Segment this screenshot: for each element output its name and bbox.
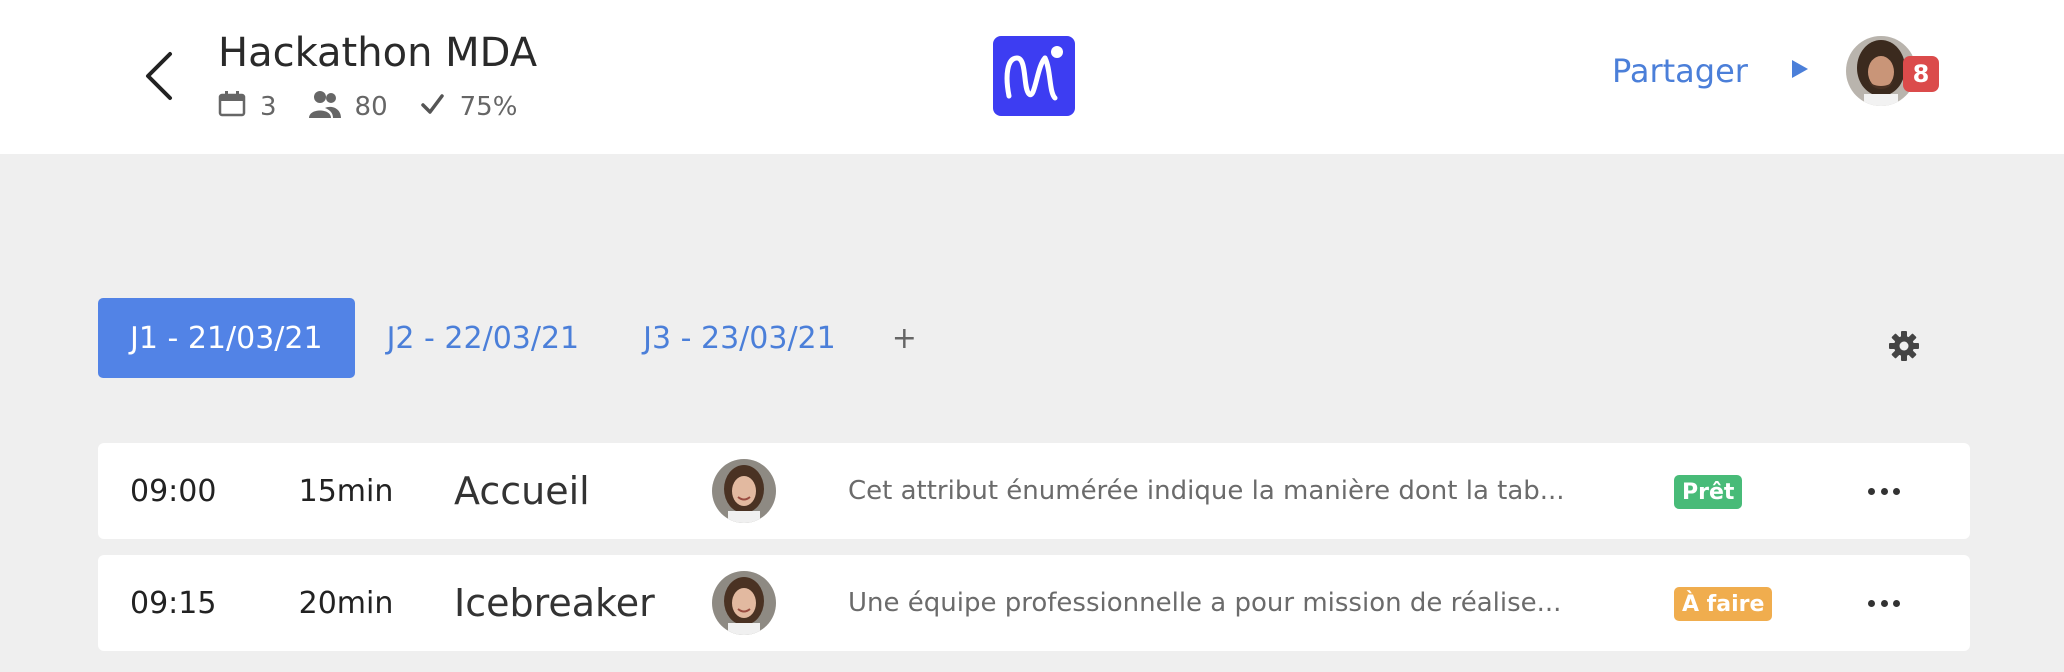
- logo-icon[interactable]: [993, 36, 1075, 116]
- row-time: 09:00: [130, 473, 217, 509]
- row-title: Icebreaker: [454, 581, 655, 625]
- row-duration: 20min: [298, 585, 394, 621]
- row-description: Une équipe professionnelle a pour missio…: [848, 588, 1562, 618]
- agenda-row[interactable]: 09:15 20min Icebreaker Une équipe profes…: [98, 555, 1970, 651]
- day-tabs: J1 - 21/03/21 J2 - 22/03/21 J3 - 23/03/2…: [98, 298, 941, 378]
- more-icon[interactable]: [1868, 587, 1900, 619]
- tab-day-3[interactable]: J3 - 23/03/21: [611, 298, 868, 378]
- days-stat: 3: [218, 90, 277, 124]
- agenda-row[interactable]: 09:00 15min Accueil Cet attribut énuméré…: [98, 443, 1970, 539]
- project-stats: 3 80 75%: [218, 90, 549, 124]
- days-count: 3: [260, 92, 277, 122]
- share-button[interactable]: Partager: [1612, 52, 1810, 90]
- add-day-button[interactable]: +: [868, 321, 941, 356]
- assignee-avatar[interactable]: [712, 459, 776, 523]
- people-icon: [308, 90, 355, 125]
- back-arrow-icon[interactable]: [140, 50, 180, 102]
- calendar-icon: [218, 90, 260, 124]
- row-duration: 15min: [298, 473, 394, 509]
- gear-icon[interactable]: [1888, 330, 1920, 362]
- share-label: Partager: [1612, 52, 1748, 90]
- more-icon[interactable]: [1868, 475, 1900, 507]
- progress-value: 75%: [459, 92, 518, 122]
- tab-day-1[interactable]: J1 - 21/03/21: [98, 298, 355, 378]
- tab-day-2[interactable]: J2 - 22/03/21: [355, 298, 612, 378]
- participants-stat: 80: [308, 90, 388, 125]
- participants-count: 80: [354, 92, 388, 122]
- status-badge: À faire: [1674, 587, 1773, 621]
- row-description: Cet attribut énumérée indique la manière…: [848, 476, 1565, 506]
- project-title: Hackathon MDA: [218, 30, 538, 76]
- assignee-avatar[interactable]: [712, 571, 776, 635]
- status-badge: Prêt: [1674, 475, 1743, 509]
- progress-stat: 75%: [420, 92, 518, 123]
- check-icon: [420, 92, 460, 123]
- play-icon: [1790, 58, 1810, 84]
- notification-badge: 8: [1903, 56, 1939, 92]
- row-title: Accueil: [454, 469, 590, 513]
- top-header: Hackathon MDA 3 80 75% Partager 8: [0, 0, 2064, 154]
- row-time: 09:15: [130, 585, 217, 621]
